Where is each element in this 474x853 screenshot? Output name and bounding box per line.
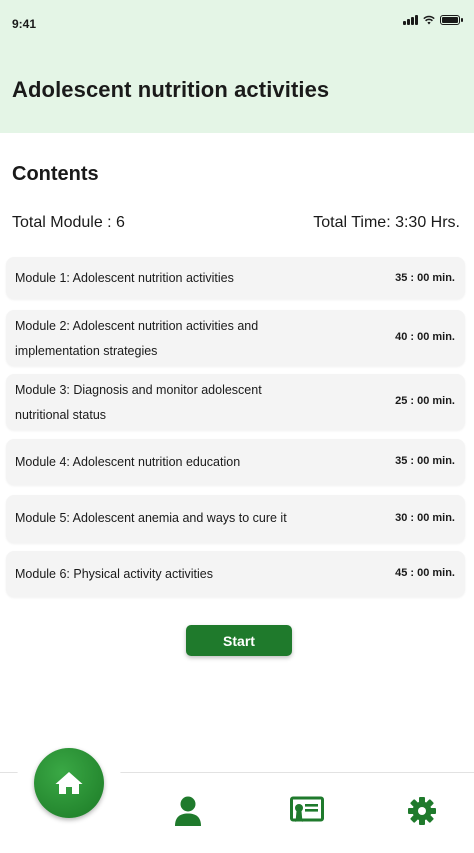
module-title: Module 5: Adolescent anemia and ways to … [15, 511, 287, 525]
module-card[interactable]: Module 2: Adolescent nutrition activitie… [6, 310, 465, 366]
signal-icon [403, 15, 418, 25]
contents-title: Contents [12, 163, 99, 185]
total-module: Total Module : 6 [12, 214, 125, 231]
status-icons [403, 15, 463, 25]
page-title: Adolescent nutrition activities [12, 77, 330, 102]
module-duration: 35 : 00 min. [395, 455, 455, 467]
nav-certificate[interactable] [290, 794, 324, 828]
module-card[interactable]: Module 6: Physical activity activities 4… [6, 551, 465, 597]
start-button[interactable]: Start [186, 625, 292, 656]
total-time: Total Time: 3:30 Hrs. [313, 214, 460, 231]
nav-profile[interactable] [171, 794, 205, 828]
certificate-icon [290, 796, 324, 822]
person-icon [175, 796, 201, 826]
module-duration: 30 : 00 min. [395, 512, 455, 524]
status-time: 9:41 [12, 17, 37, 31]
module-title: Module 1: Adolescent nutrition activitie… [15, 271, 234, 285]
battery-icon [440, 15, 463, 25]
home-icon [55, 772, 83, 794]
header: 9:41 Adolescent nutrition activities [0, 0, 474, 133]
module-title: Module 2: Adolescent nutrition activitie… [15, 319, 259, 358]
module-card[interactable]: Module 5: Adolescent anemia and ways to … [6, 495, 465, 543]
module-title: Module 4: Adolescent nutrition education [15, 455, 241, 469]
module-duration: 25 : 00 min. [395, 395, 455, 407]
module-duration: 35 : 00 min. [395, 272, 455, 284]
module-title: Module 3: Diagnosis and monitor adolesce… [15, 383, 262, 422]
module-card[interactable]: Module 4: Adolescent nutrition education… [6, 439, 465, 485]
module-card[interactable]: Module 1: Adolescent nutrition activitie… [6, 257, 465, 299]
module-title: Module 6: Physical activity activities [15, 567, 213, 581]
nav-home[interactable] [34, 748, 104, 818]
module-duration: 45 : 00 min. [395, 567, 455, 579]
module-card[interactable]: Module 3: Diagnosis and monitor adolesce… [6, 374, 465, 430]
wifi-icon [423, 15, 435, 25]
gear-icon [408, 797, 436, 825]
nav-settings[interactable] [405, 794, 439, 828]
module-duration: 40 : 00 min. [395, 331, 455, 343]
status-bar: 9:41 [0, 0, 474, 40]
